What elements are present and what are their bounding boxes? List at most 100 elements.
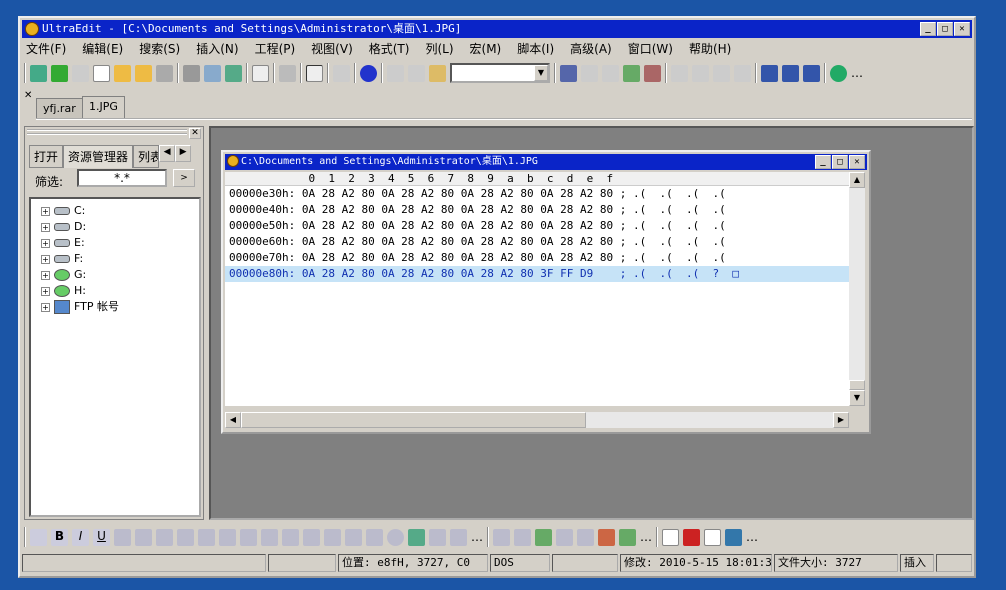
counter-icon[interactable]	[577, 528, 594, 546]
split-vertical-icon[interactable]	[782, 64, 799, 82]
wrap-icon[interactable]	[279, 64, 296, 82]
hex-mode-icon[interactable]	[306, 64, 323, 82]
menu-edit[interactable]: 编辑(E)	[80, 40, 125, 58]
tree-item-f[interactable]: + F:	[41, 251, 199, 267]
calc-icon[interactable]	[514, 528, 531, 546]
checkbox-icon[interactable]	[366, 528, 383, 546]
explorer-icon[interactable]	[30, 64, 47, 82]
tree-item-g[interactable]: + G:	[41, 267, 199, 283]
tree-item-c[interactable]: + C:	[41, 203, 199, 219]
bullet-list-icon[interactable]	[135, 528, 152, 546]
tab-scroll-right[interactable]: ▶	[175, 145, 192, 162]
save-icon[interactable]	[156, 64, 173, 82]
tab-explorer[interactable]: 资源管理器	[63, 145, 134, 168]
filter-apply-button[interactable]: >	[173, 169, 195, 187]
menu-advanced[interactable]: 高级(A)	[568, 40, 614, 58]
forward-icon[interactable]	[72, 64, 89, 82]
find-icon[interactable]	[560, 64, 577, 82]
hex-row[interactable]: 00000e60h: 0A 28 A2 80 0A 28 A2 80 0A 28…	[225, 234, 849, 250]
yahoo-icon[interactable]	[683, 528, 700, 546]
find-prev-icon[interactable]	[602, 64, 619, 82]
hex-row[interactable]: 00000e30h: 0A 28 A2 80 0A 28 A2 80 0A 28…	[225, 186, 849, 202]
hex-row-selected[interactable]: 00000e80h: 0A 28 A2 80 0A 28 A2 80 0A 28…	[225, 266, 849, 282]
align-left-icon[interactable]	[219, 528, 236, 546]
child-minimize-button[interactable]: _	[815, 155, 831, 169]
form-icon[interactable]	[282, 528, 299, 546]
panel-close-button[interactable]: ✕	[189, 128, 201, 139]
tab-1-jpg[interactable]: 1.JPG	[82, 96, 125, 118]
hex-view[interactable]: 0 1 2 3 4 5 6 7 8 9 a b c d e f 00000e30…	[225, 172, 849, 406]
anchor-icon[interactable]	[429, 528, 446, 546]
tools-icon[interactable]	[598, 528, 615, 546]
minimize-button[interactable]: _	[920, 22, 936, 36]
tab-list[interactable]: 列表	[133, 145, 160, 168]
hr-icon[interactable]	[303, 528, 320, 546]
align-center-icon[interactable]	[240, 528, 257, 546]
more-icon[interactable]: …	[746, 530, 758, 544]
html-icon[interactable]	[30, 528, 47, 546]
menu-help[interactable]: 帮助(H)	[687, 40, 733, 58]
more-icon[interactable]: …	[640, 530, 652, 544]
justify-icon[interactable]	[734, 64, 751, 82]
tree-item-e[interactable]: + E:	[41, 235, 199, 251]
align-right-icon[interactable]	[713, 64, 730, 82]
radio-icon[interactable]	[387, 528, 404, 546]
filter-input[interactable]: *.*	[77, 169, 167, 187]
replace-icon[interactable]	[623, 64, 640, 82]
menu-view[interactable]: 视图(V)	[309, 40, 355, 58]
tab-yfj-rar[interactable]: yfj.rar	[36, 98, 83, 120]
tab-open[interactable]: 打开	[29, 145, 64, 168]
globe-icon[interactable]	[830, 64, 847, 82]
new-file-icon[interactable]	[93, 64, 110, 82]
validate-icon[interactable]	[535, 528, 552, 546]
align-left-icon[interactable]	[671, 64, 688, 82]
check-icon[interactable]	[619, 528, 636, 546]
menu-window[interactable]: 窗口(W)	[626, 40, 675, 58]
web-icon[interactable]	[360, 64, 377, 82]
vertical-scrollbar[interactable]: ▲ ▼	[849, 172, 865, 406]
id-icon[interactable]	[556, 528, 573, 546]
image-icon[interactable]	[408, 528, 425, 546]
menu-column[interactable]: 列(L)	[423, 40, 455, 58]
print-icon[interactable]	[183, 64, 200, 82]
maximize-button[interactable]: □	[937, 22, 953, 36]
color-icon[interactable]	[198, 528, 215, 546]
close-button[interactable]: ✕	[954, 22, 970, 36]
open-icon[interactable]	[114, 64, 131, 82]
horizontal-scrollbar[interactable]: ◀ ▶	[225, 412, 849, 428]
align-center-icon[interactable]	[692, 64, 709, 82]
password-icon[interactable]	[345, 528, 362, 546]
hex-row[interactable]: 00000e50h: 0A 28 A2 80 0A 28 A2 80 0A 28…	[225, 218, 849, 234]
child-close-button[interactable]: ✕	[849, 155, 865, 169]
menu-macro[interactable]: 宏(M)	[468, 40, 504, 58]
grid-icon[interactable]	[493, 528, 510, 546]
spellcheck-icon[interactable]	[225, 64, 242, 82]
tree-item-ftp[interactable]: + FTP 帐号	[41, 299, 199, 315]
child-maximize-button[interactable]: □	[832, 155, 848, 169]
resize-grip[interactable]	[936, 554, 972, 572]
google-icon[interactable]	[662, 528, 679, 546]
menu-script[interactable]: 脚本(I)	[515, 40, 556, 58]
search-combo[interactable]: ▼	[450, 63, 550, 83]
more-icon[interactable]: …	[471, 530, 483, 544]
tab-scroll-left[interactable]: ◀	[159, 145, 176, 162]
tree-item-d[interactable]: + D:	[41, 219, 199, 235]
more-icon[interactable]: …	[851, 66, 863, 80]
textbox-icon[interactable]	[324, 528, 341, 546]
print-preview-icon[interactable]	[204, 64, 221, 82]
list-icon[interactable]	[333, 64, 350, 82]
copy-icon[interactable]	[408, 64, 425, 82]
paste-icon[interactable]	[429, 64, 446, 82]
indent-icon[interactable]	[114, 528, 131, 546]
back-icon[interactable]	[51, 64, 68, 82]
hex-row[interactable]: 00000e70h: 0A 28 A2 80 0A 28 A2 80 0A 28…	[225, 250, 849, 266]
split-horizontal-icon[interactable]	[761, 64, 778, 82]
document-icon[interactable]	[252, 64, 269, 82]
menu-file[interactable]: 文件(F)	[24, 40, 68, 58]
find-in-files-icon[interactable]	[644, 64, 661, 82]
menu-project[interactable]: 工程(P)	[253, 40, 298, 58]
tree-item-h[interactable]: + H:	[41, 283, 199, 299]
cut-icon[interactable]	[387, 64, 404, 82]
menu-insert[interactable]: 插入(N)	[194, 40, 240, 58]
cascade-icon[interactable]	[803, 64, 820, 82]
